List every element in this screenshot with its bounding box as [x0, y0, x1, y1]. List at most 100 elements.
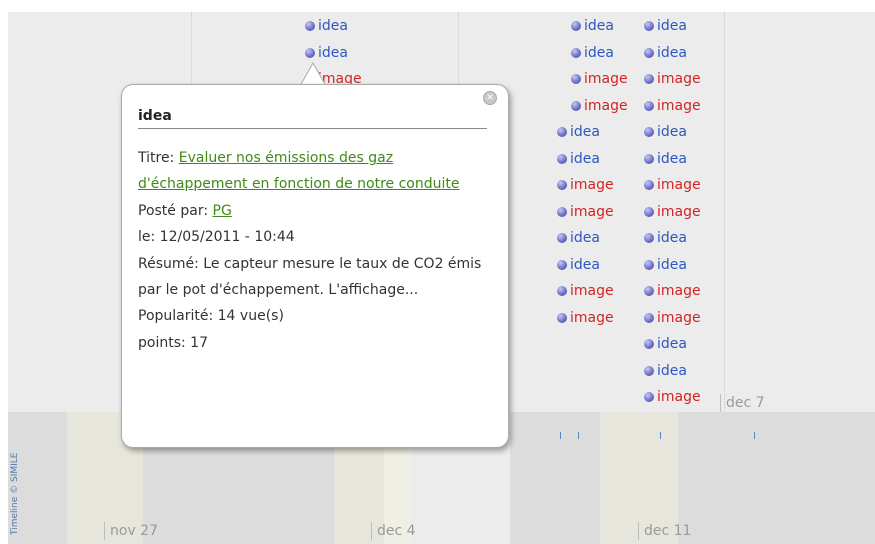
event-label: image [657, 389, 701, 405]
overview-event-tick [578, 432, 579, 439]
overview-event-tick [660, 432, 661, 439]
event-image[interactable]: image [644, 71, 701, 87]
event-idea[interactable]: idea [557, 257, 600, 273]
event-image[interactable]: image [644, 389, 701, 405]
event-label: image [584, 97, 628, 114]
event-idea[interactable]: idea [571, 45, 614, 61]
event-image[interactable]: image [644, 283, 701, 299]
event-dot-icon [644, 74, 654, 84]
title-label: Titre: [138, 150, 175, 166]
popup-date: le: 12/05/2011 - 10:44 [138, 229, 295, 246]
date-label-dec-4: dec 4 [371, 522, 416, 540]
event-dot-icon [644, 286, 654, 296]
event-idea[interactable]: idea [644, 257, 687, 273]
event-label: idea [657, 230, 687, 246]
date-label-nov-27: nov 27 [104, 522, 158, 540]
event-label: image [657, 71, 701, 87]
event-dot-icon [644, 21, 654, 31]
event-image[interactable]: image [557, 310, 614, 326]
close-icon[interactable]: ✕ [483, 91, 497, 105]
event-dot-icon [644, 339, 654, 349]
event-image[interactable]: image [644, 177, 701, 193]
event-idea[interactable]: idea [644, 363, 687, 379]
event-dot-icon [644, 47, 654, 58]
event-label: image [657, 309, 701, 326]
event-image[interactable]: image [571, 98, 628, 114]
popup-body: Titre: Evaluer nos émissions des gaz d'é… [138, 145, 488, 356]
event-image[interactable]: image [557, 283, 614, 299]
event-label: idea [657, 124, 687, 140]
event-label: idea [584, 18, 614, 34]
event-label: image [570, 203, 614, 220]
event-label: idea [570, 256, 600, 273]
event-label: idea [657, 150, 687, 167]
event-dot-icon [644, 180, 654, 190]
popup-title-line: Titre: Evaluer nos émissions des gaz d'é… [138, 145, 488, 198]
popup-popularity: Popularité: 14 vue(s) [138, 308, 284, 325]
event-label: image [570, 283, 614, 299]
event-dot-icon [571, 21, 581, 31]
date-label-dec-7: dec 7 [720, 394, 765, 412]
event-dot-icon [305, 21, 315, 31]
event-dot-icon [305, 47, 315, 58]
event-label: image [657, 177, 701, 193]
event-dot-icon [557, 180, 567, 190]
event-image[interactable]: image [644, 98, 701, 114]
event-dot-icon [557, 127, 567, 137]
event-idea[interactable]: idea [305, 18, 348, 34]
event-idea[interactable]: idea [305, 45, 348, 61]
event-idea[interactable]: idea [644, 151, 687, 167]
event-label: idea [584, 44, 614, 61]
event-idea[interactable]: idea [571, 18, 614, 34]
event-dot-icon [644, 312, 654, 323]
event-idea[interactable]: idea [557, 124, 600, 140]
event-label: idea [318, 44, 348, 61]
event-dot-icon [644, 259, 654, 270]
event-idea[interactable]: idea [644, 124, 687, 140]
popup-points: points: 17 [138, 334, 208, 351]
event-image[interactable]: image [644, 310, 701, 326]
event-label: idea [657, 18, 687, 34]
event-label: idea [570, 150, 600, 167]
event-dot-icon [557, 312, 567, 323]
popup-pointer [300, 62, 326, 86]
event-label: image [584, 71, 628, 87]
event-dot-icon [644, 153, 654, 164]
popup-author-line: Posté par: PG [138, 198, 488, 224]
event-dot-icon [557, 153, 567, 164]
event-idea[interactable]: idea [557, 151, 600, 167]
author-link[interactable]: PG [213, 203, 232, 219]
event-dot-icon [644, 233, 654, 243]
event-idea[interactable]: idea [644, 45, 687, 61]
event-label: image [570, 177, 614, 193]
event-idea[interactable]: idea [557, 230, 600, 246]
event-dot-icon [571, 74, 581, 84]
event-image[interactable]: image [557, 204, 614, 220]
event-dot-icon [571, 47, 581, 58]
event-dot-icon [644, 206, 654, 217]
overview-event-tick [560, 432, 561, 439]
event-label: idea [657, 336, 687, 352]
event-dot-icon [557, 286, 567, 296]
event-dot-icon [644, 100, 654, 111]
event-dot-icon [571, 100, 581, 111]
event-idea[interactable]: idea [644, 336, 687, 352]
event-label: image [657, 203, 701, 220]
popup-summary: Résumé: Le capteur mesure le taux de CO2… [138, 255, 482, 299]
event-image[interactable]: image [557, 177, 614, 193]
event-label: image [570, 309, 614, 326]
event-dot-icon [644, 392, 654, 402]
event-label: idea [657, 44, 687, 61]
event-label: idea [570, 230, 600, 246]
event-idea[interactable]: idea [644, 230, 687, 246]
event-dot-icon [557, 233, 567, 243]
overview-event-tick [754, 432, 755, 439]
event-image[interactable]: image [644, 204, 701, 220]
author-label: Posté par: [138, 202, 209, 219]
title-link[interactable]: Evaluer nos émissions des gaz d'échappem… [138, 150, 460, 192]
event-idea[interactable]: idea [644, 18, 687, 34]
event-label: idea [570, 124, 600, 140]
event-label: image [657, 97, 701, 114]
popup-title-divider [138, 128, 487, 129]
event-image[interactable]: image [571, 71, 628, 87]
